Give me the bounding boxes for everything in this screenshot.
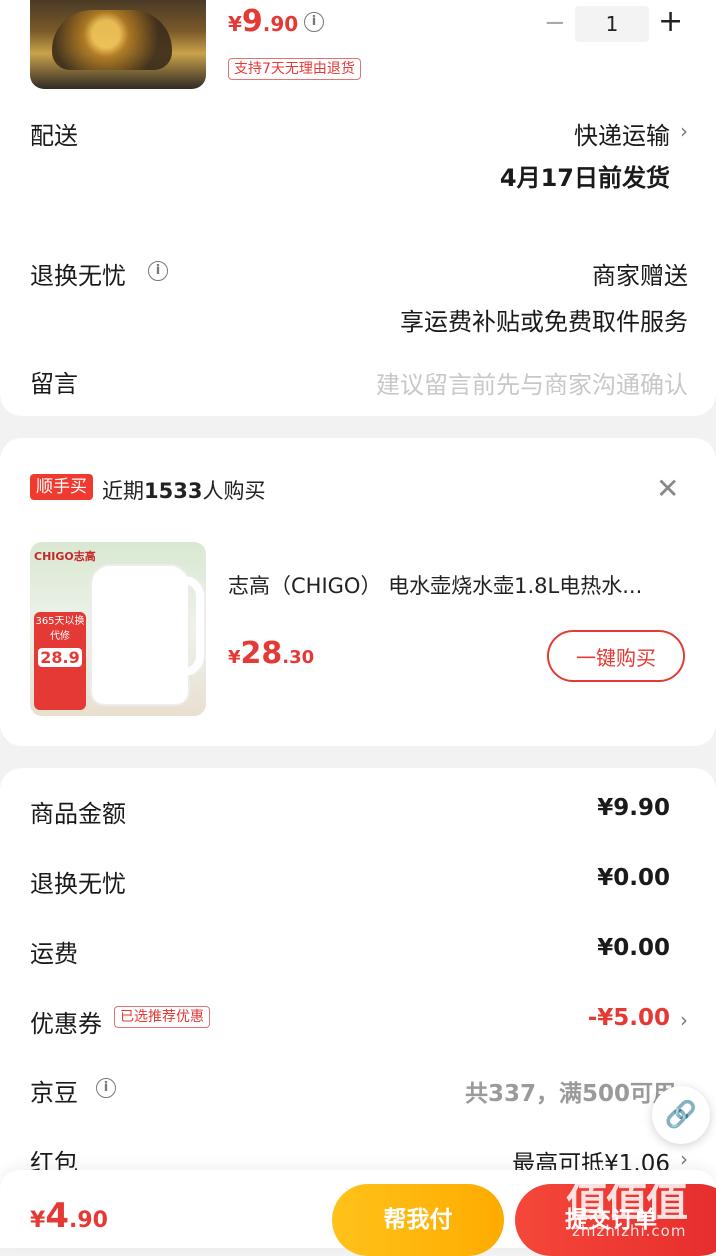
product-name[interactable]: 志高（CHIGO） 电水壶烧水壶1.8L电热水... <box>228 570 688 600</box>
chevron-right-icon[interactable]: › <box>680 119 688 143</box>
chevron-right-icon[interactable]: › <box>680 1008 688 1032</box>
shipping-fee-label: 运费 <box>30 940 78 968</box>
site-watermark: 值值值 zhizhizhi.com <box>566 1177 688 1240</box>
message-label: 留言 <box>30 370 78 398</box>
coupon-label: 优惠券 <box>30 1010 102 1038</box>
shipping-fee-value: ¥0.00 <box>597 935 670 961</box>
worry-free-fee-value: ¥0.00 <box>597 865 670 891</box>
worry-free-desc: 享运费补贴或免费取件服务 <box>400 308 688 336</box>
teapot-image <box>52 10 172 70</box>
convenient-buy-title: 近期1533人购买 <box>102 479 266 503</box>
link-icon[interactable]: 🔗 <box>652 1086 710 1144</box>
price-info-icon[interactable]: i <box>304 12 324 32</box>
jd-beans-info-icon[interactable]: i <box>96 1078 116 1098</box>
subtotal-value: ¥9.90 <box>597 795 670 821</box>
return-tag: 支持7天无理由退货 <box>228 58 361 80</box>
delivery-date: 4月17日前发货 <box>499 164 670 192</box>
promo-label: 365天以换代修 28.9 <box>34 612 86 710</box>
worry-free-fee-label: 退换无忧 <box>30 870 126 898</box>
close-icon[interactable]: ✕ <box>656 472 679 505</box>
convenient-buy-badge: 顺手买 <box>30 474 93 500</box>
one-click-buy-button[interactable]: 一键购买 <box>547 630 685 682</box>
jd-beans-value: 共337，满500可用 <box>464 1081 676 1107</box>
worry-free-info-icon[interactable]: i <box>148 261 168 281</box>
quantity-plus-button[interactable]: + <box>658 4 683 39</box>
total-price: ¥4.90 <box>30 1196 108 1236</box>
coupon-value[interactable]: -¥5.00 <box>588 1005 670 1031</box>
help-me-pay-button[interactable]: 帮我付 <box>332 1184 504 1256</box>
quantity-input[interactable]: 1 <box>575 6 649 42</box>
kettle-product-image[interactable]: CHIGO志高 365天以换代修 28.9 <box>30 542 206 716</box>
delivery-method[interactable]: 快递运输 <box>574 116 670 151</box>
worry-free-value: 商家赠送 <box>592 262 688 290</box>
product-price: ¥9.90 <box>228 4 299 39</box>
delivery-label: 配送 <box>30 122 78 150</box>
product-thumbnail[interactable] <box>30 0 206 89</box>
subtotal-label: 商品金额 <box>30 800 126 828</box>
product-price: ¥28.30 <box>228 636 315 671</box>
brand-logo: CHIGO志高 <box>34 550 96 563</box>
coupon-tag: 已选推荐优惠 <box>114 1006 210 1028</box>
kettle-handle <box>170 576 204 676</box>
message-input[interactable]: 建议留言前先与商家沟通确认 <box>376 365 688 400</box>
jd-beans-label: 京豆 <box>30 1079 78 1107</box>
quantity-minus-button[interactable]: − <box>544 8 566 38</box>
worry-free-label: 退换无忧 <box>30 262 126 290</box>
